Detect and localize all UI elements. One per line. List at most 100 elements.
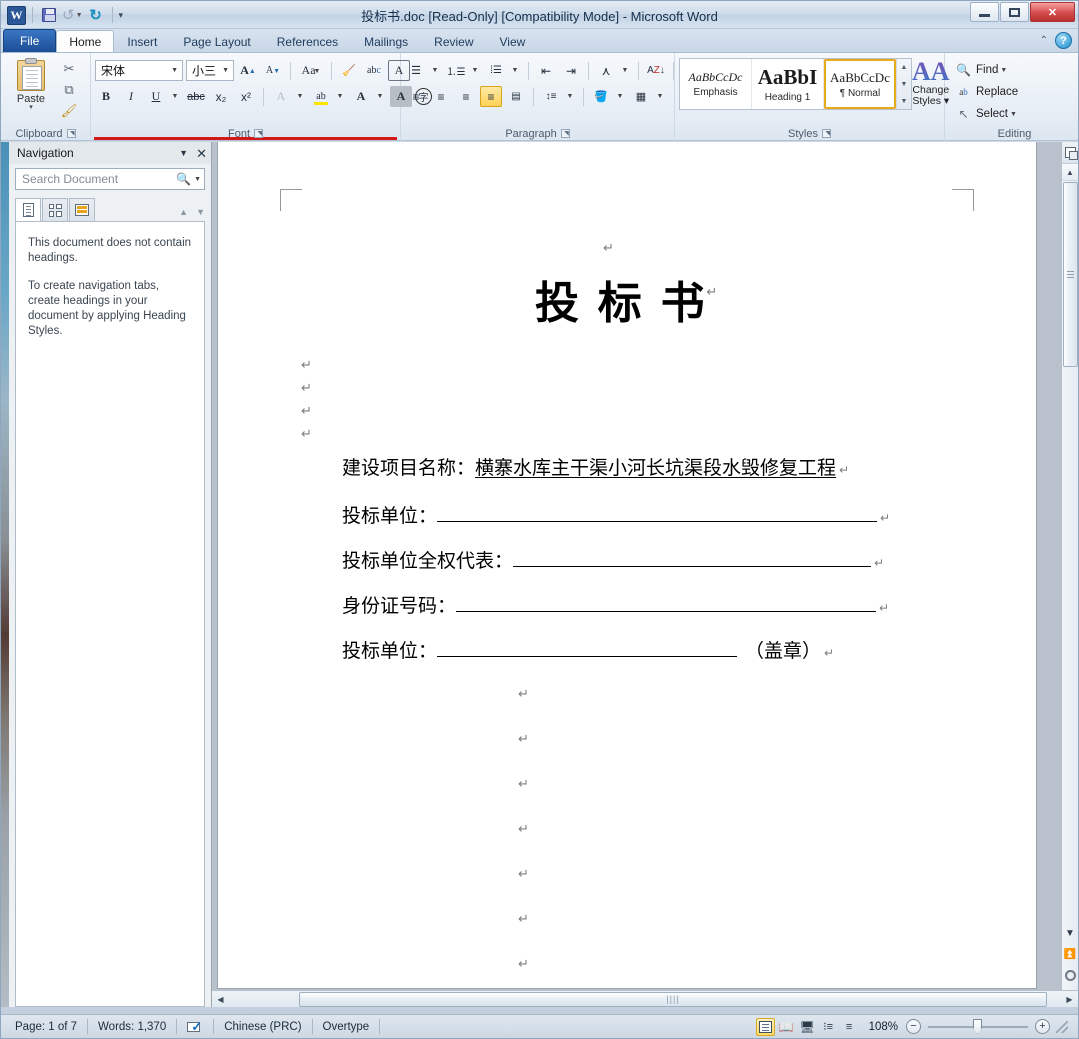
minimize-button[interactable] — [970, 2, 999, 22]
status-words[interactable]: Words: 1,370 — [88, 1018, 176, 1036]
select-button[interactable]: ↖ Select ▼ — [955, 103, 1016, 125]
font-size-input[interactable]: 小三 ▼ — [186, 60, 234, 81]
horizontal-scrollbar[interactable]: ◀ |||| ▶ — [212, 990, 1078, 1007]
tab-insert[interactable]: Insert — [114, 30, 170, 52]
chevron-down-icon[interactable]: ▼ — [295, 86, 307, 107]
distributed-icon[interactable]: ▤ — [505, 86, 527, 107]
decrease-indent-icon[interactable]: ⇤ — [535, 60, 557, 81]
previous-page-icon[interactable]: ⏫ — [1062, 944, 1079, 965]
multilevel-list-icon[interactable]: ⁞☰ — [485, 60, 507, 81]
copy-icon[interactable]: ⧉ — [60, 81, 78, 99]
document-canvas[interactable]: ↵ 投 标 书↵ ↵ ↵ ↵ ↵ 建设项目名称： 横寨水库主干渠小河长坑渠段水毁修… — [212, 142, 1061, 1007]
styles-scroll-up-icon[interactable]: ▲ — [897, 59, 911, 75]
bold-icon[interactable]: B — [95, 86, 117, 107]
chevron-down-icon[interactable]: ▼ — [179, 148, 188, 158]
chevron-down-icon[interactable]: ▼ — [375, 86, 387, 107]
search-icon[interactable]: 🔍 — [176, 172, 191, 186]
strikethrough-icon[interactable]: abc — [185, 86, 207, 107]
web-layout-view-button[interactable]: 🖥 — [798, 1018, 817, 1036]
font-name-input[interactable]: 宋体 ▼ — [95, 60, 183, 81]
justify-icon[interactable]: ≡ — [480, 86, 502, 107]
text-highlight-icon[interactable]: ab — [310, 86, 332, 107]
horizontal-scroll-track[interactable]: |||| — [229, 991, 1061, 1007]
tab-page-layout[interactable]: Page Layout — [170, 30, 263, 52]
form-blank[interactable] — [513, 548, 872, 567]
tab-references[interactable]: References — [264, 30, 351, 52]
arrow-down-icon[interactable]: ▼ — [196, 207, 205, 217]
align-right-icon[interactable]: ≡ — [455, 86, 477, 107]
styles-more-icon[interactable]: ▼ — [897, 93, 911, 109]
chevron-down-icon[interactable]: ▼ — [620, 60, 632, 81]
zoom-in-button[interactable]: + — [1035, 1019, 1050, 1034]
align-center-icon[interactable]: ≡ — [430, 86, 452, 107]
tab-mailings[interactable]: Mailings — [351, 30, 421, 52]
clear-formatting-icon[interactable]: 🧹 — [338, 60, 360, 81]
sort-icon[interactable]: A Z ↓ — [645, 60, 667, 81]
tab-file[interactable]: File — [3, 29, 57, 52]
form-blank[interactable] — [456, 593, 877, 612]
font-color-icon[interactable]: A — [350, 86, 372, 107]
form-blank[interactable] — [437, 638, 738, 657]
style-emphasis[interactable]: AaBbCcDc Emphasis — [680, 59, 752, 109]
help-button[interactable]: ? — [1055, 32, 1072, 49]
scroll-right-icon[interactable]: ▶ — [1061, 991, 1078, 1007]
status-proofing[interactable]: ✓ — [177, 1018, 213, 1036]
full-screen-reading-view-button[interactable]: 📖 — [777, 1018, 796, 1036]
style-normal[interactable]: AaBbCcDc ¶ Normal — [824, 59, 896, 109]
arrow-up-icon[interactable]: ▲ — [179, 207, 188, 217]
draft-view-button[interactable]: ≡ — [840, 1018, 859, 1036]
chevron-down-icon[interactable]: ▼ — [169, 67, 180, 74]
form-blank[interactable] — [437, 503, 878, 522]
chevron-down-icon[interactable]: ▾ — [29, 104, 33, 111]
clipboard-dialog-launcher[interactable]: ◥ — [66, 129, 76, 138]
superscript-icon[interactable]: x² — [235, 86, 257, 107]
scroll-up-icon[interactable]: ▲ — [1061, 164, 1078, 181]
chevron-up-icon[interactable]: ⌃ — [1040, 35, 1048, 46]
format-painter-icon[interactable]: 🖌 — [60, 102, 78, 120]
maximize-button[interactable] — [1000, 2, 1029, 22]
status-page[interactable]: Page: 1 of 7 — [5, 1018, 87, 1036]
asian-layout-icon[interactable]: ⋏ — [595, 60, 617, 81]
numbering-icon[interactable]: ⒈☰ — [445, 60, 467, 81]
form-value[interactable]: 横寨水库主干渠小河长坑渠段水毁修复工程 — [475, 453, 836, 480]
bullets-icon[interactable]: ☰ — [405, 60, 427, 81]
change-case-icon[interactable]: Aa ▼ — [297, 60, 325, 81]
split-window-icon[interactable] — [1061, 142, 1078, 164]
tab-review[interactable]: Review — [421, 30, 486, 52]
italic-icon[interactable]: I — [120, 86, 142, 107]
shrink-font-icon[interactable]: A ▼ — [262, 60, 284, 81]
close-button[interactable]: ✕ — [1030, 2, 1075, 22]
zoom-slider[interactable] — [928, 1019, 1028, 1034]
print-layout-view-button[interactable] — [755, 1017, 775, 1036]
style-heading-1[interactable]: AaBbI Heading 1 — [752, 59, 824, 109]
browse-pages-tab[interactable] — [42, 198, 68, 221]
phonetic-guide-icon[interactable]: abc — [363, 60, 385, 81]
vertical-scrollbar[interactable]: ▲ ▼ ⏫ ⏬ — [1061, 142, 1078, 1007]
horizontal-scroll-thumb[interactable]: |||| — [299, 991, 1047, 1007]
vertical-scroll-thumb[interactable] — [1062, 182, 1078, 367]
chevron-down-icon[interactable]: ▼ — [430, 60, 442, 81]
zoom-out-button[interactable]: − — [906, 1019, 921, 1034]
chevron-down-icon[interactable]: ▼ — [470, 60, 482, 81]
status-language[interactable]: Chinese (PRC) — [214, 1018, 311, 1036]
chevron-down-icon[interactable]: ▼ — [655, 86, 667, 107]
styles-dialog-launcher[interactable]: ◥ — [821, 129, 831, 138]
close-icon[interactable]: ✕ — [196, 147, 207, 160]
styles-scroll-down-icon[interactable]: ▼ — [897, 76, 911, 92]
chevron-down-icon[interactable]: ▼ — [194, 176, 201, 183]
outline-view-button[interactable]: ⁝≡ — [819, 1018, 838, 1036]
text-effects-icon[interactable]: A — [270, 86, 292, 107]
chevron-down-icon[interactable]: ▼ — [510, 60, 522, 81]
chevron-down-icon[interactable]: ▼ — [615, 86, 627, 107]
status-overtype[interactable]: Overtype — [313, 1018, 380, 1036]
select-browse-object-icon[interactable] — [1062, 965, 1079, 986]
increase-indent-icon[interactable]: ⇥ — [560, 60, 582, 81]
line-spacing-icon[interactable]: ↕≡ — [540, 86, 562, 107]
document-page[interactable]: ↵ 投 标 书↵ ↵ ↵ ↵ ↵ 建设项目名称： 横寨水库主干渠小河长坑渠段水毁修… — [218, 142, 1036, 988]
paste-button[interactable]: Paste ▾ — [5, 56, 57, 111]
browse-results-tab[interactable] — [69, 198, 95, 221]
cut-icon[interactable]: ✂ — [60, 60, 78, 78]
replace-button[interactable]: ab Replace — [955, 81, 1018, 103]
align-left-icon[interactable]: ≡ — [405, 86, 427, 107]
zoom-level[interactable]: 108% — [869, 1021, 898, 1033]
